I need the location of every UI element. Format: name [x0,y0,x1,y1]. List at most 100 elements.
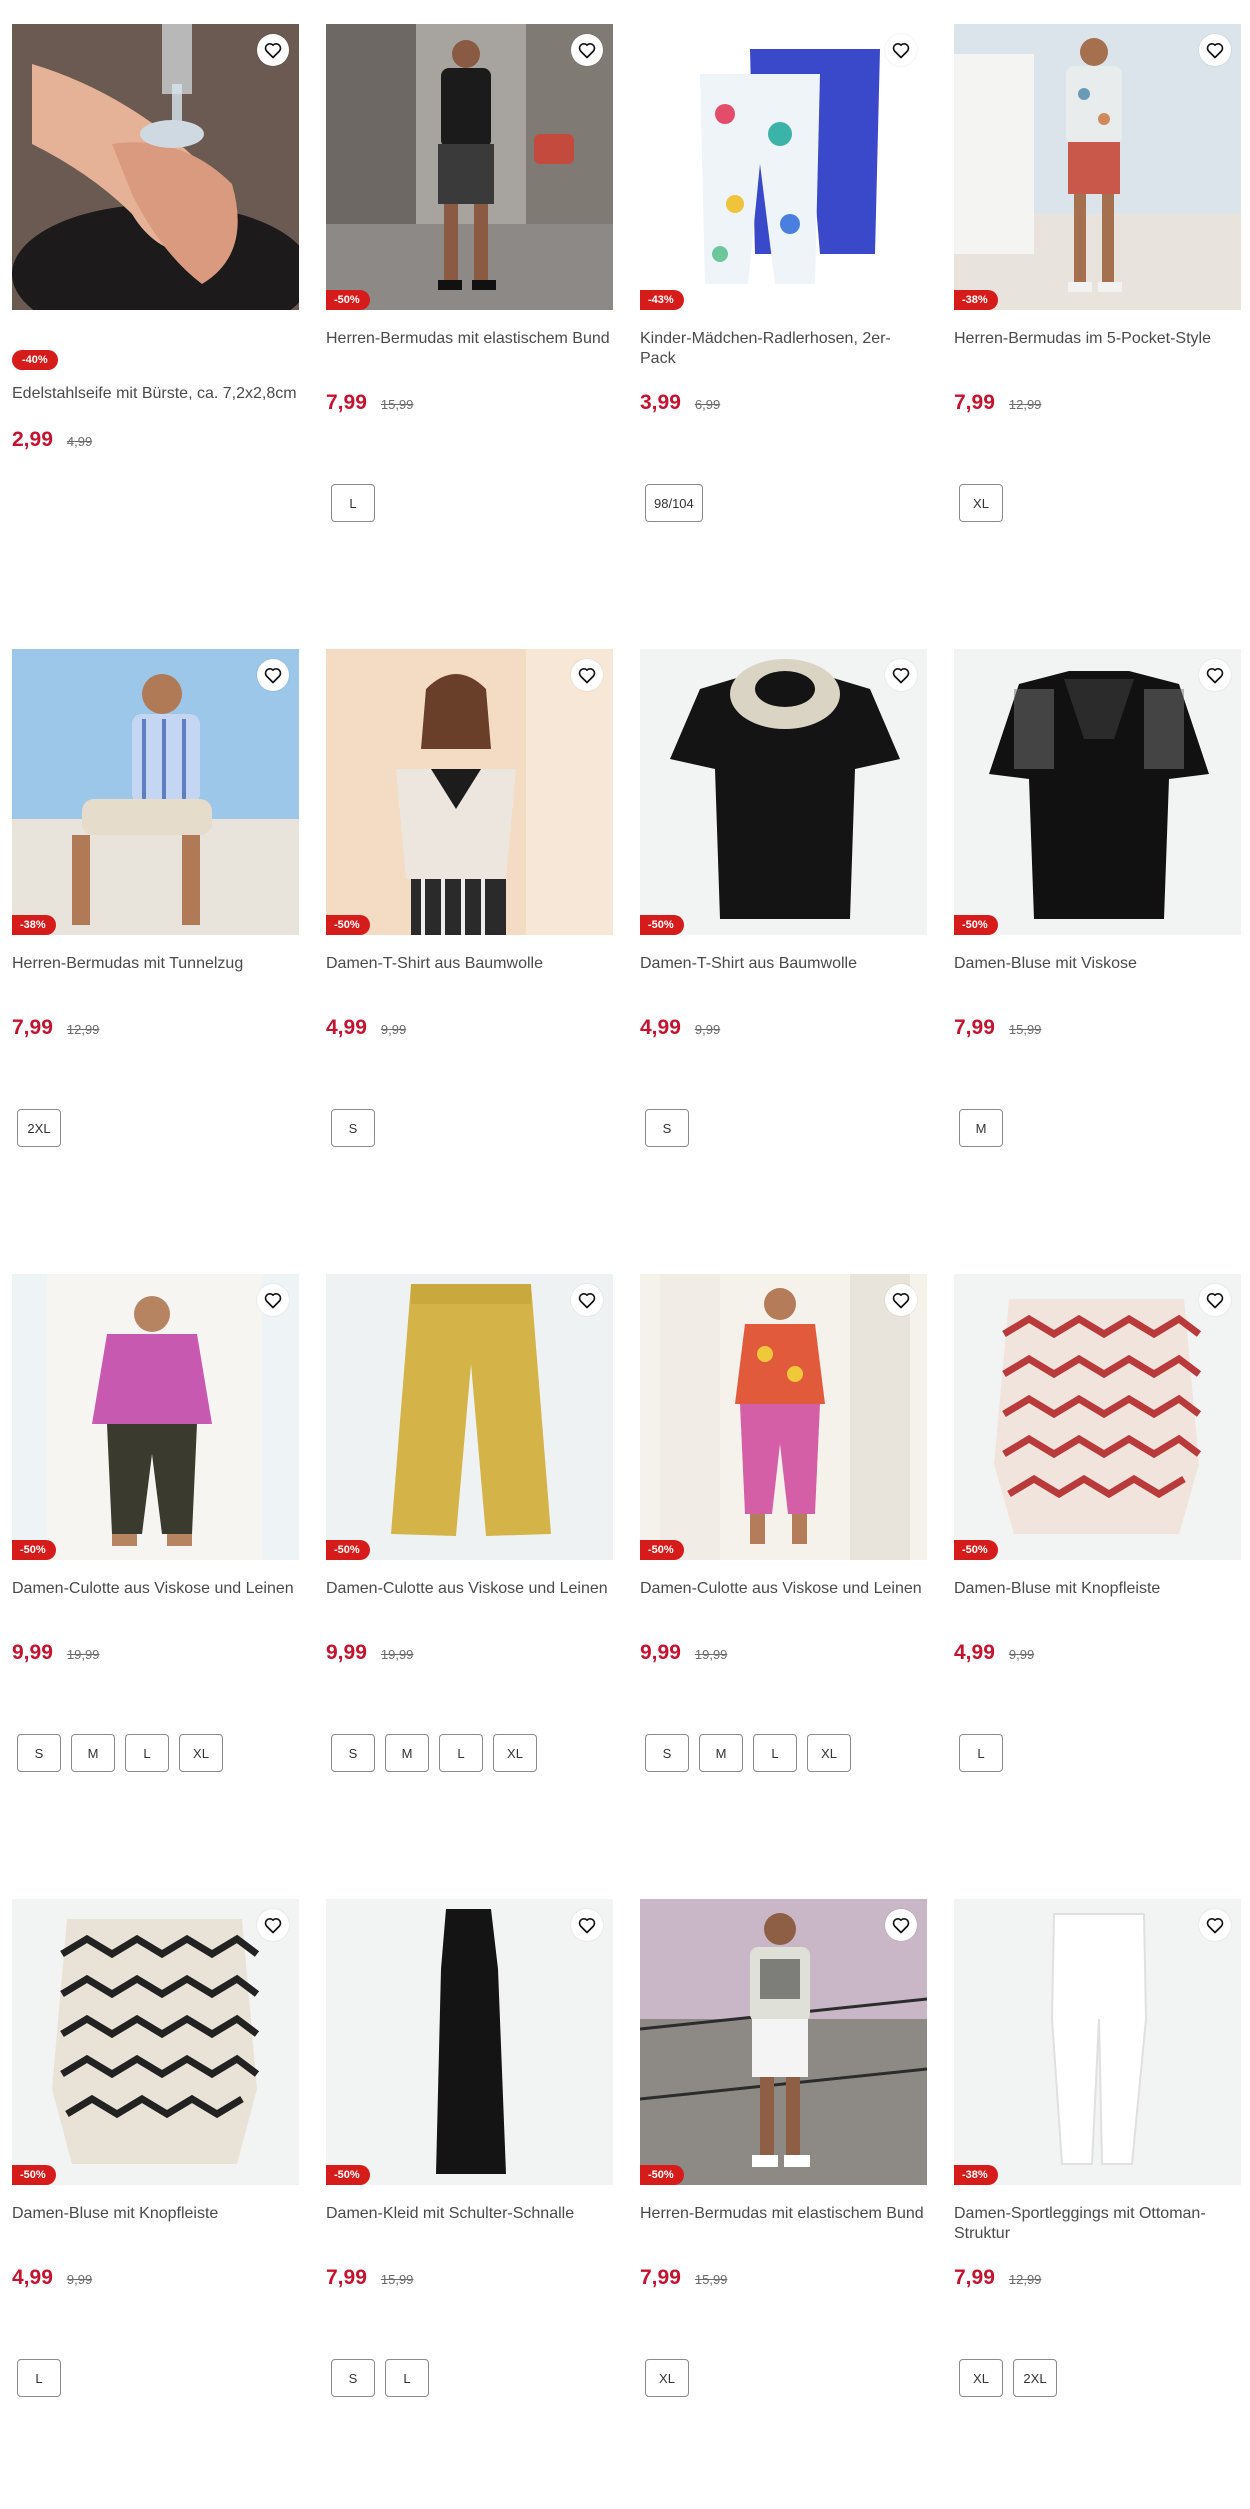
product-image[interactable]: -38% [954,24,1241,310]
product-card[interactable]: -50% Herren-Bermudas mit elastischem Bund… [326,24,613,584]
size-option-button[interactable]: S [645,1734,689,1772]
heart-icon [1205,40,1225,60]
size-option-button[interactable]: L [385,2359,429,2397]
product-card[interactable]: -38% Herren-Bermudas mit Tunnelzug 7,99 12,… [12,649,299,1209]
product-title[interactable]: Damen-Culotte aus Viskose und Leinen [326,1579,611,1599]
product-card[interactable]: -50% Damen-Culotte aus Viskose und Leinen… [12,1274,299,1834]
price-row: 4,99 9,99 [954,1641,1034,1665]
price-row: 7,99 12,99 [954,2266,1041,2290]
size-option-button[interactable]: S [331,1734,375,1772]
favorite-button[interactable] [257,1909,289,1941]
size-option-button[interactable]: L [753,1734,797,1772]
product-image[interactable]: -50% [954,649,1241,935]
product-title[interactable]: Damen-Kleid mit Schulter-Schnalle [326,2204,611,2224]
product-title[interactable]: Damen-Culotte aus Viskose und Leinen [640,1579,925,1599]
original-price: 9,99 [1008,1647,1035,1662]
favorite-button[interactable] [571,34,603,66]
favorite-button[interactable] [1199,1284,1231,1316]
size-option-button[interactable]: L [331,484,375,522]
product-title[interactable]: Damen-Bluse mit Viskose [954,954,1239,974]
size-option-button[interactable]: L [17,2359,61,2397]
size-option-button[interactable]: S [331,2359,375,2397]
size-option-button[interactable]: XL [645,2359,689,2397]
product-card[interactable]: -50% Herren-Bermudas mit elastischem Bund… [640,1899,927,2459]
size-option-button[interactable]: S [645,1109,689,1147]
favorite-button[interactable] [885,659,917,691]
product-title[interactable]: Kinder-Mädchen-Radlerhosen, 2er-Pack [640,329,925,369]
favorite-button[interactable] [885,1909,917,1941]
product-image[interactable]: -50% [326,649,613,935]
product-title[interactable]: Damen-T-Shirt aus Baumwolle [326,954,611,974]
product-photo [954,649,1241,935]
product-image[interactable]: -50% [326,24,613,310]
favorite-button[interactable] [1199,34,1231,66]
size-option-button[interactable]: M [385,1734,429,1772]
size-option-button[interactable]: 98/104 [645,484,703,522]
product-image[interactable]: -50% [326,1899,613,2185]
product-image[interactable]: -50% [640,1274,927,1560]
product-card[interactable]: -50% Damen-T-Shirt aus Baumwolle 4,99 9,99 S [640,649,927,1209]
original-price: 12,99 [66,1022,100,1037]
size-option-button[interactable]: M [71,1734,115,1772]
size-option-button[interactable]: XL [179,1734,223,1772]
favorite-button[interactable] [885,34,917,66]
favorite-button[interactable] [257,1284,289,1316]
current-price: 7,99 [326,391,367,414]
product-title[interactable]: Damen-Bluse mit Knopfleiste [954,1579,1239,1599]
product-card[interactable]: -50% Damen-Culotte aus Viskose und Leinen… [326,1274,613,1834]
product-card[interactable]: -50% Damen-T-Shirt aus Baumwolle 4,99 9,99 S [326,649,613,1209]
favorite-button[interactable] [571,1909,603,1941]
size-option-button[interactable]: 2XL [1013,2359,1057,2397]
favorite-button[interactable] [571,659,603,691]
product-card[interactable]: -43% Kinder-Mädchen-Radlerhosen, 2er-Pack… [640,24,927,584]
product-card[interactable]: -50% Damen-Bluse mit Knopfleiste 4,99 9,99 L [954,1274,1241,1834]
product-title[interactable]: Herren-Bermudas mit elastischem Bund [326,329,611,349]
product-card[interactable]: -38% Damen-Sportleggings mit Ottoman-Stru… [954,1899,1241,2459]
product-title[interactable]: Damen-Bluse mit Knopfleiste [12,2204,297,2224]
favorite-button[interactable] [571,1284,603,1316]
favorite-button[interactable] [885,1284,917,1316]
favorite-button[interactable] [1199,1909,1231,1941]
size-option-button[interactable]: L [439,1734,483,1772]
product-image[interactable] [12,24,299,310]
product-title[interactable]: Herren-Bermudas mit elastischem Bund [640,2204,925,2224]
size-option-button[interactable]: M [959,1109,1003,1147]
product-image[interactable]: -50% [954,1274,1241,1560]
size-option-button[interactable]: XL [959,2359,1003,2397]
product-image[interactable]: -50% [12,1274,299,1560]
product-title[interactable]: Herren-Bermudas mit Tunnelzug [12,954,297,974]
price-row: 7,99 15,99 [954,1016,1041,1040]
product-title[interactable]: Herren-Bermudas im 5-Pocket-Style [954,329,1239,349]
size-option-button[interactable]: L [125,1734,169,1772]
favorite-button[interactable] [257,659,289,691]
product-image[interactable]: -50% [326,1274,613,1560]
product-image[interactable]: -50% [640,1899,927,2185]
original-price: 19,99 [380,1647,414,1662]
product-photo [12,1274,299,1560]
size-option-button[interactable]: XL [807,1734,851,1772]
product-image[interactable]: -50% [12,1899,299,2185]
product-card[interactable]: -50% Damen-Bluse mit Knopfleiste 4,99 9,99 L [12,1899,299,2459]
favorite-button[interactable] [257,34,289,66]
product-image[interactable]: -38% [12,649,299,935]
size-option-button[interactable]: L [959,1734,1003,1772]
product-image[interactable]: -43% [640,24,927,310]
favorite-button[interactable] [1199,659,1231,691]
product-card[interactable]: -50% Damen-Bluse mit Viskose 7,99 15,99 M [954,649,1241,1209]
size-option-button[interactable]: 2XL [17,1109,61,1147]
size-option-button[interactable]: S [331,1109,375,1147]
product-card[interactable]: -38% Herren-Bermudas im 5-Pocket-Style 7,9… [954,24,1241,584]
product-image[interactable]: -38% [954,1899,1241,2185]
size-option-button[interactable]: M [699,1734,743,1772]
product-title[interactable]: Damen-T-Shirt aus Baumwolle [640,954,925,974]
size-option-button[interactable]: XL [959,484,1003,522]
product-title[interactable]: Damen-Sportleggings mit Ottoman-Struktur [954,2204,1239,2244]
size-option-button[interactable]: XL [493,1734,537,1772]
size-option-button[interactable]: S [17,1734,61,1772]
product-title[interactable]: Edelstahlseife mit Bürste, ca. 7,2x2,8cm [12,384,297,404]
product-card[interactable]: -50% Damen-Kleid mit Schulter-Schnalle 7,9… [326,1899,613,2459]
product-card[interactable]: -40% Edelstahlseife mit Bürste, ca. 7,2x2… [12,24,299,584]
product-image[interactable]: -50% [640,649,927,935]
product-card[interactable]: -50% Damen-Culotte aus Viskose und Leinen… [640,1274,927,1834]
product-title[interactable]: Damen-Culotte aus Viskose und Leinen [12,1579,297,1599]
